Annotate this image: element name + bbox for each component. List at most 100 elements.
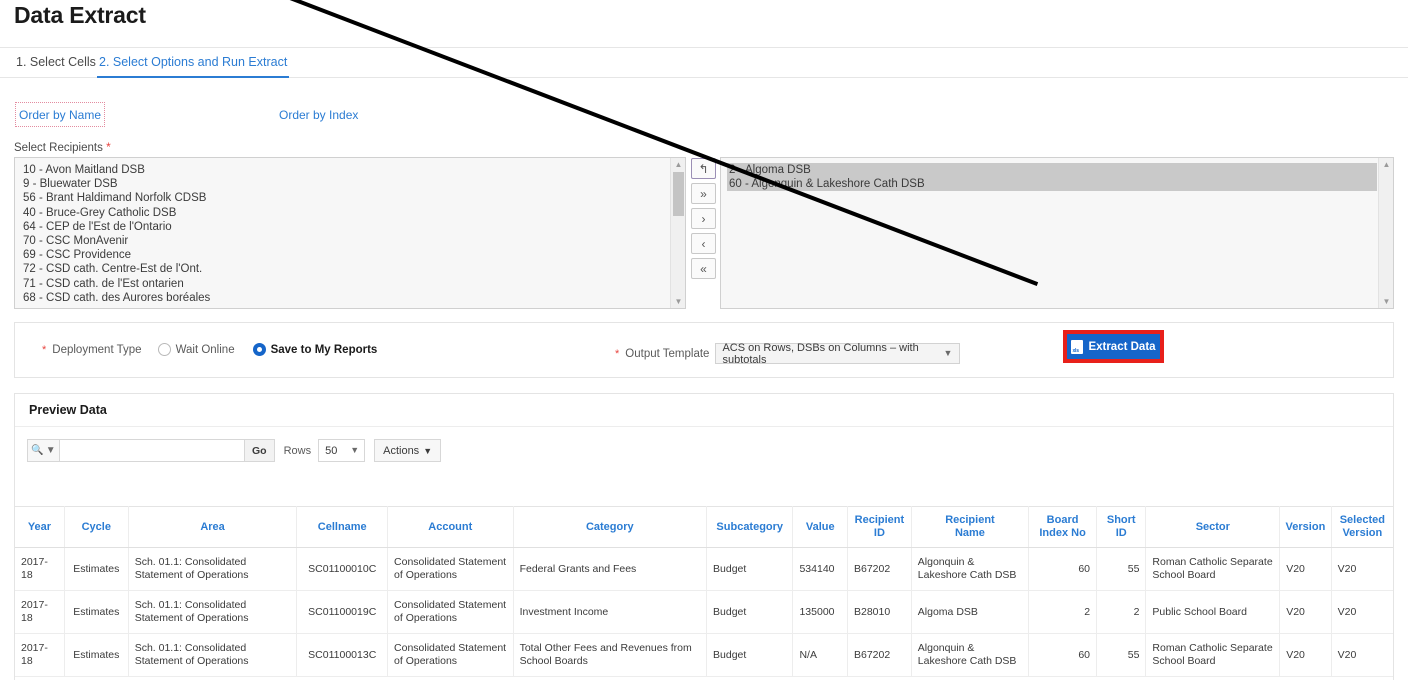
deployment-required-asterisk: * — [42, 344, 46, 356]
available-list-scrollbar[interactable]: ▲ ▼ — [670, 158, 685, 308]
table-header-row: YearCycleAreaCellnameAccountCategorySubc… — [15, 507, 1393, 548]
rows-per-page-select[interactable]: 50 ▼ — [318, 439, 365, 462]
cell-year: 2017-18 — [15, 548, 64, 591]
selected-list-items[interactable]: 2 - Algoma DSB60 - Algonquin & Lakeshore… — [721, 158, 1377, 308]
list-item[interactable]: 2 - Algoma DSB — [727, 163, 1377, 177]
table-row[interactable]: 2017-18EstimatesSch. 01.1: Consolidated … — [15, 591, 1393, 634]
column-header[interactable]: Sector — [1146, 507, 1280, 548]
cell-subcategory: Budget — [707, 634, 793, 677]
shuttle-move-all-left-button[interactable]: « — [691, 258, 716, 279]
column-header[interactable]: RecipientID — [848, 507, 912, 548]
cell-account: Consolidated Statement of Operations — [388, 634, 514, 677]
available-list-items[interactable]: 10 - Avon Maitland DSB9 - Bluewater DSB5… — [15, 158, 669, 308]
actions-button[interactable]: Actions ▼ — [374, 439, 441, 462]
list-item[interactable]: 68 - CSD cath. des Aurores boréales — [21, 291, 669, 305]
available-recipients-list[interactable]: 10 - Avon Maitland DSB9 - Bluewater DSB5… — [14, 157, 686, 309]
list-item[interactable]: 10 - Avon Maitland DSB — [21, 163, 669, 177]
list-item[interactable]: 72 - CSD cath. Centre-Est de l'Ont. — [21, 262, 669, 276]
selected-recipients-list[interactable]: 2 - Algoma DSB60 - Algonquin & Lakeshore… — [720, 157, 1394, 309]
cell-cycle: Estimates — [64, 591, 128, 634]
select-recipients-label: Select Recipients * — [14, 140, 111, 154]
search-icon: 🔍 — [31, 445, 43, 456]
cell-board-index-no: 60 — [1029, 548, 1097, 591]
column-header[interactable]: Cycle — [64, 507, 128, 548]
scroll-down-icon[interactable]: ▼ — [1379, 295, 1394, 308]
column-header[interactable]: Cellname — [297, 507, 388, 548]
column-header[interactable]: SelectedVersion — [1331, 507, 1393, 548]
column-header[interactable]: Year — [15, 507, 64, 548]
output-template-select[interactable]: ACS on Rows, DSBs on Columns – with subt… — [715, 343, 960, 364]
list-item[interactable]: 40 - Bruce-Grey Catholic DSB — [21, 206, 669, 220]
cell-version: V20 — [1280, 548, 1331, 591]
selected-list-scrollbar[interactable]: ▲ ▼ — [1378, 158, 1393, 308]
output-template-group: * Output Template ACS on Rows, DSBs on C… — [615, 343, 960, 364]
radio-save-to-my-reports-label[interactable]: Save to My Reports — [271, 344, 378, 356]
column-header[interactable]: Area — [128, 507, 297, 548]
rows-label: Rows — [284, 445, 312, 457]
radio-wait-online-label[interactable]: Wait Online — [176, 344, 235, 356]
search-input[interactable] — [59, 439, 245, 462]
cell-selected-version: V20 — [1331, 634, 1393, 677]
list-item[interactable]: 69 - CSC Providence — [21, 248, 669, 262]
cell-value: N/A — [793, 634, 848, 677]
column-header[interactable]: Account — [388, 507, 514, 548]
column-header[interactable]: BoardIndex No — [1029, 507, 1097, 548]
cell-area: Sch. 01.1: Consolidated Statement of Ope… — [128, 634, 297, 677]
column-header[interactable]: RecipientName — [911, 507, 1028, 548]
list-item[interactable]: 64 - CEP de l'Est de l'Ontario — [21, 220, 669, 234]
cell-board-index-no: 60 — [1029, 634, 1097, 677]
cell-account: Consolidated Statement of Operations — [388, 591, 514, 634]
required-asterisk: * — [106, 140, 111, 154]
deployment-type-group: * Deployment Type Wait Online Save to My… — [42, 343, 389, 356]
cell-cellname: SC01100019C — [297, 591, 388, 634]
cell-selected-version: V20 — [1331, 548, 1393, 591]
list-item[interactable]: 71 - CSD cath. de l'Est ontarien — [21, 277, 669, 291]
go-button[interactable]: Go — [245, 439, 275, 462]
column-header[interactable]: Subcategory — [707, 507, 793, 548]
radio-wait-online[interactable] — [158, 343, 171, 356]
chevron-down-icon: ▼ — [423, 446, 432, 456]
scroll-up-icon[interactable]: ▲ — [1379, 158, 1394, 171]
radio-save-to-my-reports[interactable] — [253, 343, 266, 356]
scrollbar-thumb[interactable] — [673, 172, 684, 216]
shuttle-reset-button[interactable]: ↰ — [691, 158, 716, 179]
cell-recipient-id: B28010 — [848, 591, 912, 634]
extract-options-panel: * Deployment Type Wait Online Save to My… — [14, 322, 1394, 378]
extract-data-highlight-box: Extract Data — [1063, 330, 1164, 363]
scroll-up-icon[interactable]: ▲ — [671, 158, 686, 171]
cell-sector: Roman Catholic Separate School Board — [1146, 548, 1280, 591]
list-item[interactable]: 56 - Brant Haldimand Norfolk CDSB — [21, 191, 669, 205]
rows-per-page-value: 50 — [325, 445, 337, 457]
actions-button-label: Actions — [383, 445, 419, 457]
output-template-value: ACS on Rows, DSBs on Columns – with subt… — [722, 342, 953, 366]
cell-recipient-name: Algonquin & Lakeshore Cath DSB — [911, 548, 1028, 591]
shuttle-move-left-button[interactable]: ‹ — [691, 233, 716, 254]
table-row[interactable]: 2017-18EstimatesSch. 01.1: Consolidated … — [15, 634, 1393, 677]
preview-search-row: 🔍 ▼ Go Rows 50 ▼ Actions ▼ — [27, 439, 441, 462]
scroll-down-icon[interactable]: ▼ — [671, 295, 686, 308]
shuttle-move-all-right-button[interactable]: » — [691, 183, 716, 204]
search-icon-dropdown[interactable]: 🔍 ▼ — [27, 439, 59, 462]
cell-subcategory: Budget — [707, 548, 793, 591]
table-row[interactable]: 2017-18EstimatesSch. 01.1: Consolidated … — [15, 548, 1393, 591]
column-header[interactable]: Value — [793, 507, 848, 548]
list-item[interactable]: 9 - Bluewater DSB — [21, 177, 669, 191]
output-template-label: Output Template — [625, 348, 709, 360]
list-item[interactable]: 70 - CSC MonAvenir — [21, 234, 669, 248]
tab-bar: 1. Select Cells 2. Select Options and Ru… — [0, 48, 1408, 78]
cell-selected-version: V20 — [1331, 591, 1393, 634]
cell-category: Federal Grants and Fees — [513, 548, 706, 591]
column-header[interactable]: Version — [1280, 507, 1331, 548]
column-header[interactable]: Category — [513, 507, 706, 548]
shuttle-move-right-button[interactable]: › — [691, 208, 716, 229]
order-by-index-link[interactable]: Order by Index — [279, 108, 358, 122]
tab-select-options-run-extract[interactable]: 2. Select Options and Run Extract — [97, 52, 289, 78]
column-header[interactable]: ShortID — [1097, 507, 1146, 548]
tab-select-cells[interactable]: 1. Select Cells — [14, 52, 98, 76]
cell-value: 135000 — [793, 591, 848, 634]
shuttle-buttons[interactable]: ↰ » › ‹ « — [691, 158, 718, 283]
list-item[interactable]: 60 - Algonquin & Lakeshore Cath DSB — [727, 177, 1377, 191]
cell-category: Total Other Fees and Revenues from Schoo… — [513, 634, 706, 677]
order-by-name-button[interactable]: Order by Name — [15, 102, 105, 127]
extract-data-button[interactable]: Extract Data — [1067, 334, 1160, 359]
